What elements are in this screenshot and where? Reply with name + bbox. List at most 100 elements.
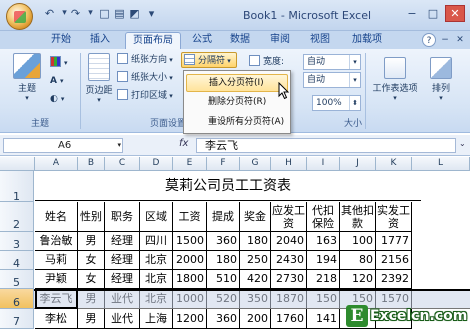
table-cell[interactable]: 北京: [140, 289, 173, 309]
column-title-cell[interactable]: 实发工资: [376, 202, 412, 232]
column-header[interactable]: J: [340, 157, 376, 171]
row-header-selected[interactable]: 6: [0, 289, 34, 309]
table-cell[interactable]: 510: [207, 270, 240, 289]
table-cell[interactable]: 2730: [271, 270, 307, 289]
table-cell[interactable]: 鲁治敏: [35, 232, 78, 251]
select-all-corner[interactable]: [0, 157, 35, 171]
print-preview-icon[interactable]: ▤: [113, 7, 126, 20]
table-cell[interactable]: 女: [78, 270, 105, 289]
theme-colors-button[interactable]: ▾: [50, 55, 68, 71]
tab-view[interactable]: 视图: [304, 32, 336, 49]
office-button[interactable]: [6, 3, 33, 30]
table-cell[interactable]: 1870: [271, 289, 307, 309]
table-cell[interactable]: 360: [207, 232, 240, 251]
undo-icon[interactable]: ↶: [43, 7, 56, 20]
table-cell[interactable]: 北京: [140, 251, 173, 270]
table-cell[interactable]: 男: [78, 232, 105, 251]
table-cell[interactable]: 100: [340, 232, 376, 251]
table-cell[interactable]: 1000: [173, 289, 207, 309]
breaks-button[interactable]: 分隔符 ▾: [181, 52, 237, 68]
size-button[interactable]: 纸张大小 ▾: [117, 70, 173, 86]
table-cell[interactable]: 250: [240, 251, 271, 270]
name-box[interactable]: A6 ▾: [3, 138, 123, 153]
print-area-button[interactable]: 打印区域 ▾: [117, 88, 173, 104]
column-header[interactable]: A: [35, 157, 78, 171]
table-cell[interactable]: 经理: [105, 251, 140, 270]
column-title-cell[interactable]: 代扣保险: [307, 202, 340, 232]
row-header[interactable]: 5: [0, 270, 34, 289]
minimize-button[interactable]: −: [402, 5, 422, 22]
row-header[interactable]: 3: [0, 232, 34, 251]
column-title-cell[interactable]: 工资: [173, 202, 207, 232]
table-cell[interactable]: 男: [78, 289, 105, 309]
remove-page-break-item[interactable]: 删除分页符(R): [186, 93, 288, 111]
column-title-cell[interactable]: 区域: [140, 202, 173, 232]
expand-formula-icon[interactable]: ⌄: [459, 139, 466, 148]
redo-icon[interactable]: ↷: [69, 7, 82, 20]
help-icon[interactable]: ?: [422, 33, 436, 47]
ribbon-minimize-icon[interactable]: −: [438, 33, 452, 47]
column-header[interactable]: H: [271, 157, 307, 171]
reset-page-breaks-item[interactable]: 重设所有分页符(A): [186, 113, 288, 131]
height-select[interactable]: 自动 ▾: [303, 72, 361, 88]
theme-effects-button[interactable]: ◐ ▾: [50, 91, 64, 107]
width-select[interactable]: 自动 ▾: [303, 54, 361, 70]
close-button[interactable]: ✕: [445, 5, 465, 22]
arrange-button[interactable]: 排列 ▾: [425, 53, 457, 102]
column-title-cell[interactable]: 职务: [105, 202, 140, 232]
table-cell[interactable]: 360: [207, 309, 240, 329]
table-cell[interactable]: 520: [207, 289, 240, 309]
worksheet-grid[interactable]: A B C D E F G H I J K L 1 2 3 4 5 6 7 莫莉…: [0, 157, 470, 329]
column-header[interactable]: C: [105, 157, 140, 171]
themes-button[interactable]: 主题 ▾: [10, 53, 44, 102]
column-header[interactable]: I: [307, 157, 340, 171]
table-cell[interactable]: 经理: [105, 270, 140, 289]
table-cell[interactable]: 1777: [376, 232, 412, 251]
table-cell[interactable]: 180: [207, 251, 240, 270]
row-header[interactable]: 2: [0, 202, 34, 232]
table-cell[interactable]: 业代: [105, 309, 140, 329]
table-cell[interactable]: 2156: [376, 251, 412, 270]
maximize-button[interactable]: □: [423, 5, 443, 22]
tab-page-layout[interactable]: 页面布局: [125, 32, 181, 49]
table-cell[interactable]: 1760: [271, 309, 307, 329]
table-cell[interactable]: 男: [78, 309, 105, 329]
column-header[interactable]: K: [376, 157, 412, 171]
column-header[interactable]: L: [412, 157, 470, 171]
sheet-title-cell[interactable]: 莫莉公司员工工资表: [35, 172, 421, 201]
table-cell[interactable]: 2040: [271, 232, 307, 251]
margins-button[interactable]: 页边距 ▾: [84, 53, 114, 104]
table-cell[interactable]: 李松: [35, 309, 78, 329]
tab-home[interactable]: 开始: [43, 32, 79, 49]
insert-page-break-item[interactable]: 插入分页符(I): [186, 74, 288, 92]
workbook-close-icon[interactable]: ✕: [453, 33, 467, 47]
tab-review[interactable]: 审阅: [264, 32, 296, 49]
table-cell[interactable]: 141: [307, 309, 340, 329]
table-cell[interactable]: 194: [307, 251, 340, 270]
new-document-icon[interactable]: □: [98, 7, 111, 20]
column-header[interactable]: B: [78, 157, 105, 171]
column-header[interactable]: D: [140, 157, 173, 171]
table-cell[interactable]: 2000: [173, 251, 207, 270]
theme-fonts-button[interactable]: A ▾: [50, 73, 63, 89]
table-cell[interactable]: 150: [307, 289, 340, 309]
table-cell[interactable]: 80: [340, 251, 376, 270]
row-header[interactable]: 7: [0, 309, 34, 329]
sheet-options-button[interactable]: 工作表选项 ▾: [371, 53, 419, 102]
tab-insert[interactable]: 插入: [82, 32, 118, 49]
table-cell[interactable]: 2430: [271, 251, 307, 270]
column-title-cell[interactable]: 其他扣款: [340, 202, 376, 232]
formula-input[interactable]: 李云飞: [196, 138, 456, 153]
table-cell[interactable]: 1800: [173, 270, 207, 289]
tab-addins[interactable]: 加载项: [345, 32, 389, 49]
row-header[interactable]: 4: [0, 251, 34, 270]
table-cell[interactable]: 李云飞: [35, 289, 78, 309]
table-cell[interactable]: 350: [240, 289, 271, 309]
row-header[interactable]: 1: [0, 171, 34, 203]
table-cell[interactable]: 业代: [105, 289, 140, 309]
column-title-cell[interactable]: 提成: [207, 202, 240, 232]
table-cell[interactable]: 女: [78, 251, 105, 270]
scale-spinner[interactable]: 100% ⬍: [312, 95, 361, 111]
column-title-cell[interactable]: 姓名: [35, 202, 78, 232]
table-cell[interactable]: 经理: [105, 232, 140, 251]
